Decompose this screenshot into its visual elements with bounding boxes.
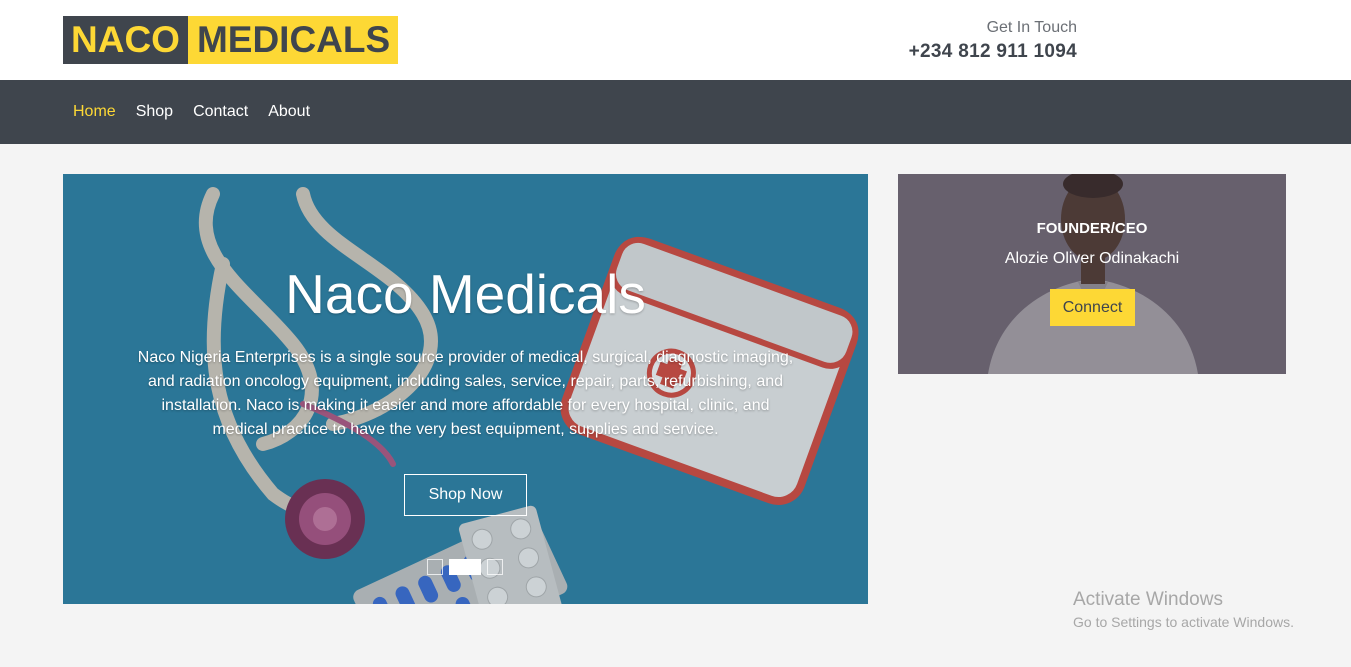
logo-word-medicals: MEDICALS xyxy=(187,16,399,64)
carousel-indicator-3[interactable] xyxy=(487,559,503,575)
main-navbar: Home Shop Contact About xyxy=(0,80,1351,144)
founder-overlay xyxy=(898,174,1286,374)
nav-item-home[interactable]: Home xyxy=(73,103,116,121)
carousel-indicators xyxy=(427,559,509,575)
connect-button[interactable]: Connect xyxy=(1050,289,1135,326)
contact-phone[interactable]: +234 812 911 1094 xyxy=(909,38,1077,66)
activate-windows-watermark: Activate Windows Go to Settings to activ… xyxy=(1073,588,1294,632)
carousel-indicator-2[interactable] xyxy=(449,559,481,575)
nav-item-about[interactable]: About xyxy=(268,103,310,121)
nav-list: Home Shop Contact About xyxy=(73,80,330,144)
founder-card: FOUNDER/CEO Alozie Oliver Odinakachi Con… xyxy=(898,174,1286,374)
logo-word-naco: NACO xyxy=(63,16,188,64)
founder-role: FOUNDER/CEO xyxy=(1036,220,1148,237)
founder-name: Alozie Oliver Odinakachi xyxy=(1004,250,1180,267)
hero-description: Naco Nigeria Enterprises is a single sou… xyxy=(137,349,794,438)
watermark-subtitle: Go to Settings to activate Windows. xyxy=(1073,614,1294,630)
top-header: NACO MEDICALS Get In Touch +234 812 911 … xyxy=(0,0,1351,80)
nav-item-shop[interactable]: Shop xyxy=(136,103,173,121)
watermark-title: Activate Windows xyxy=(1073,589,1223,610)
carousel-indicator-1[interactable] xyxy=(427,559,443,575)
hero-carousel: Naco Medicals Naco Nigeria Enterprises i… xyxy=(63,174,868,604)
nav-item-contact[interactable]: Contact xyxy=(193,103,248,121)
hero-title: Naco Medicals xyxy=(285,263,646,325)
contact-block: Get In Touch +234 812 911 1094 xyxy=(909,18,1077,66)
shop-now-button[interactable]: Shop Now xyxy=(404,474,527,516)
site-logo[interactable]: NACO MEDICALS xyxy=(63,16,399,64)
contact-label: Get In Touch xyxy=(986,19,1077,36)
